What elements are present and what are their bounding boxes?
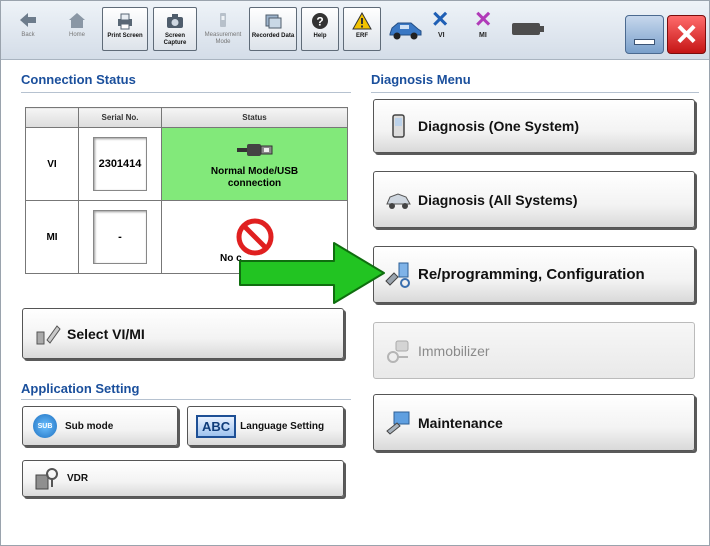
recorded-data-icon [265,14,282,29]
vehicle-icon [389,22,422,40]
usb-cable-icon [236,144,272,156]
sub-icon: SUB [33,414,57,438]
select-vimi-icon [36,324,61,344]
immobilizer-button[interactable]: Immobilizer [373,322,695,379]
status-text: Normal Mode/USB connection [210,166,299,189]
header-status: Status [161,107,348,128]
diagnosis-one-system-button[interactable]: Diagnosis (One System) [373,99,695,153]
divider [21,92,351,93]
camera-icon [167,14,183,28]
measurement-mode-button[interactable]: Measurement Mode [201,7,245,51]
back-button[interactable]: Back [6,7,50,51]
mi-disconnected-icon: × [475,3,492,34]
table-row-vi: VI 2301414 Normal Mode/USB connection [25,127,348,201]
row-label: VI [25,127,79,201]
vi-disconnected-icon: × [432,3,449,34]
abc-icon: ABC [196,414,237,438]
diagnosis-one-system-icon [392,114,405,138]
warning-icon [352,12,372,30]
help-icon: ? [312,13,328,29]
status-cell-connected: Normal Mode/USB connection [161,127,348,201]
maintenance-icon [386,411,410,435]
connection-status-title: Connection Status [21,72,136,87]
vdr-button[interactable]: VDR [22,460,344,497]
help-button[interactable]: ? Help [301,7,339,51]
divider [371,92,699,93]
battery-icon [512,23,544,35]
erf-button[interactable]: ERF [343,7,381,51]
serial-box: 2301414 [93,137,147,191]
maintenance-button[interactable]: Maintenance [373,394,695,451]
callout-arrow-icon [239,242,385,304]
print-screen-button[interactable]: Print Screen [102,7,148,51]
screen-capture-button[interactable]: Screen Capture [153,7,197,51]
serial-cell: - [78,200,162,274]
printer-icon [118,13,132,30]
reprogramming-configuration-button[interactable]: Re/programming, Configuration [373,246,695,303]
table-header-row: Serial No. Status [25,107,348,128]
meter-icon [220,13,226,27]
application-setting-title: Application Setting [21,381,140,396]
recorded-data-button[interactable]: Recorded Data [249,7,297,51]
serial-cell: 2301414 [78,127,162,201]
header-blank [25,107,79,128]
reprogramming-icon [385,262,410,288]
vdr-icon [35,467,58,489]
select-vimi-button[interactable]: Select VI/MI [22,308,344,359]
diagnosis-all-systems-button[interactable]: Diagnosis (All Systems) [373,171,695,228]
consult-window: Back Home Print Screen Screen Capture Me… [0,0,710,546]
home-icon [69,13,85,28]
divider [21,399,351,400]
serial-box: - [93,210,147,264]
row-label: MI [25,200,79,274]
sub-mode-button[interactable]: SUB Sub mode [22,406,178,446]
minimize-button[interactable] [625,15,664,54]
back-arrow-icon [20,13,36,27]
close-button[interactable]: × [667,15,706,54]
immobilizer-icon [387,340,409,363]
home-button[interactable]: Home [55,7,99,51]
header-serial: Serial No. [78,107,162,128]
toolbar: Back Home Print Screen Screen Capture Me… [1,1,709,60]
svg-text:?: ? [316,15,323,29]
diagnosis-all-systems-icon [386,192,411,209]
language-setting-button[interactable]: ABC Language Setting [187,406,344,446]
diagnosis-menu-title: Diagnosis Menu [371,72,471,87]
